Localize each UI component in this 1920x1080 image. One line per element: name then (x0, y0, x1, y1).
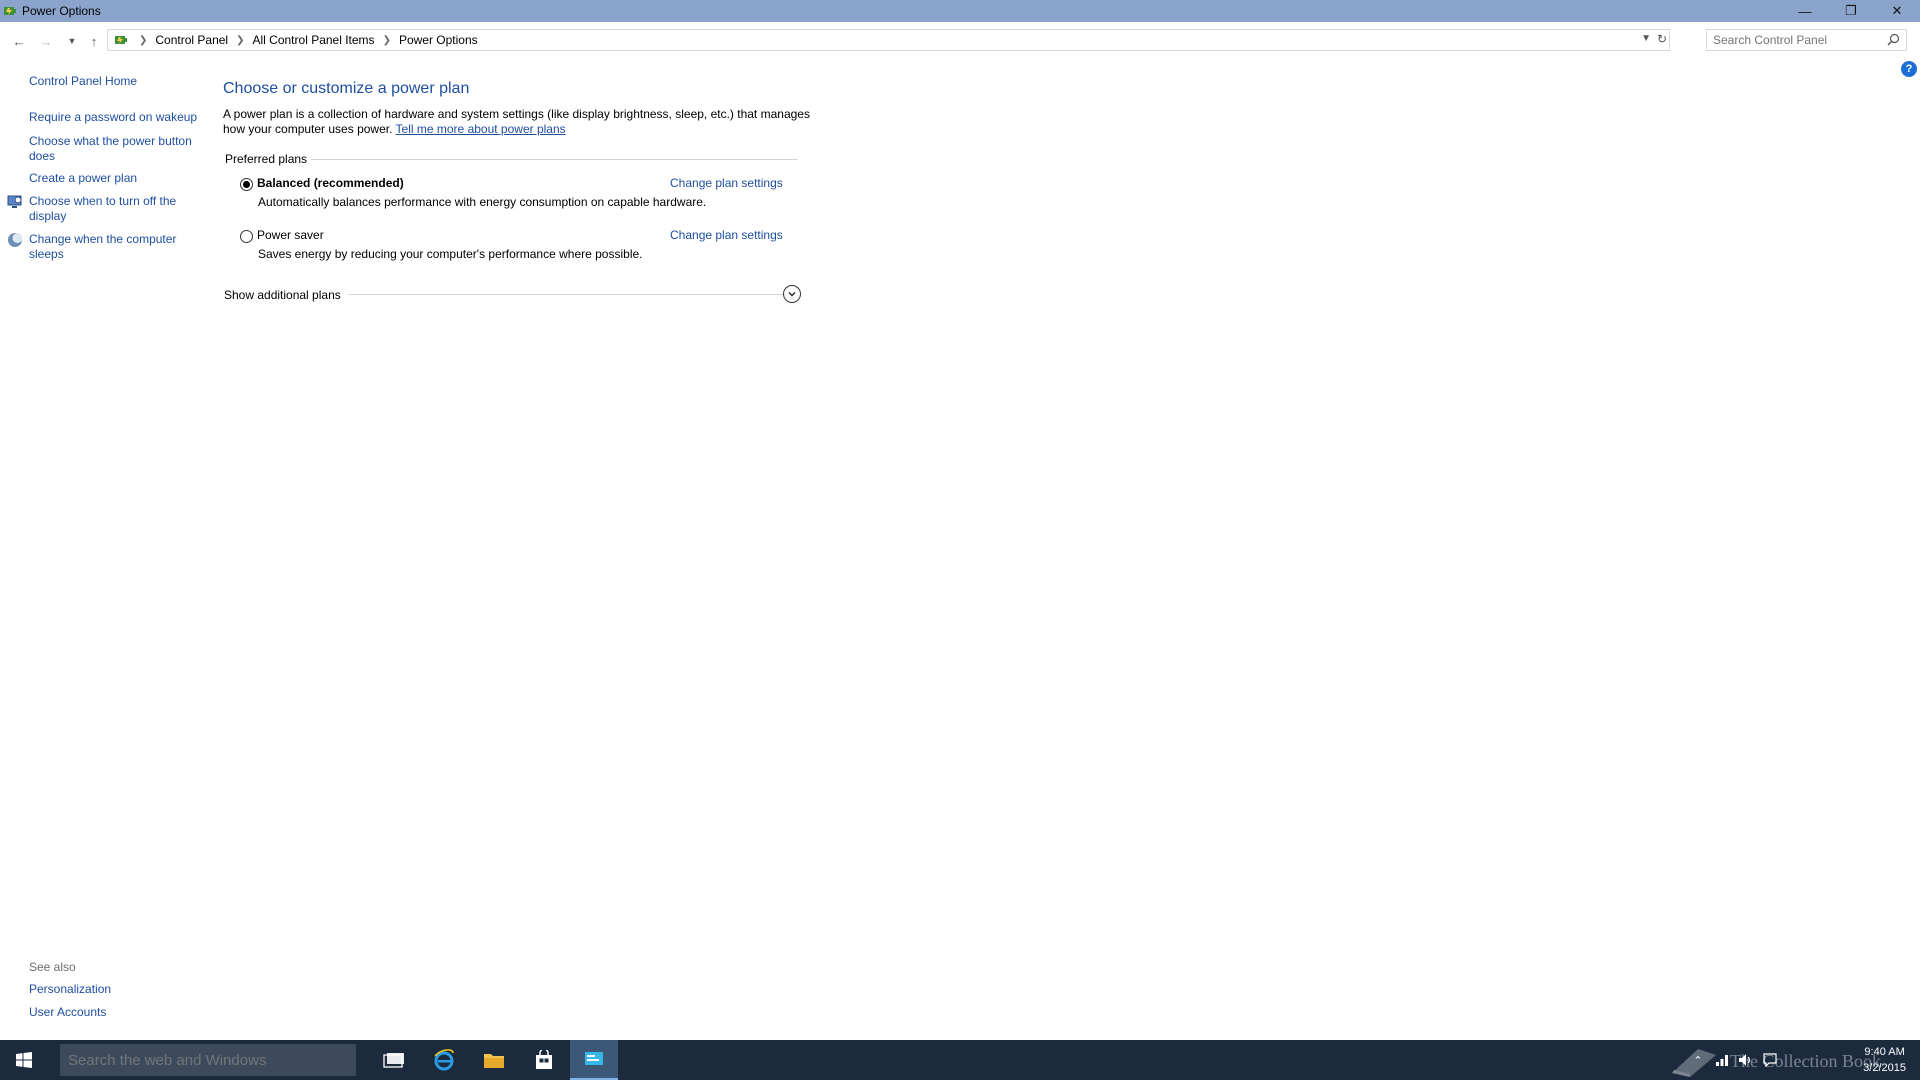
control-panel-home-link[interactable]: Control Panel Home (29, 74, 199, 89)
page-description: A power plan is a collection of hardware… (223, 107, 813, 137)
action-center-icon[interactable] (1762, 1052, 1778, 1068)
title-bar: Power Options — ❐ ✕ (0, 0, 1920, 22)
power-saver-radio[interactable] (240, 230, 253, 243)
help-icon[interactable]: ? (1901, 61, 1917, 77)
see-also-label: See also (29, 960, 76, 974)
plan-name[interactable]: Power saver (257, 228, 324, 242)
show-additional-plans-label[interactable]: Show additional plans (224, 288, 341, 302)
up-arrow-icon[interactable]: ↑ (84, 31, 104, 51)
forward-arrow-icon[interactable]: → (36, 31, 56, 51)
power-options-icon (2, 3, 18, 19)
internet-explorer-icon[interactable] (420, 1040, 468, 1080)
close-button[interactable]: ✕ (1874, 0, 1920, 22)
control-panel-taskbar-icon[interactable] (570, 1040, 618, 1080)
change-plan-settings-link[interactable]: Change plan settings (670, 176, 783, 190)
minimize-button[interactable]: — (1782, 0, 1828, 22)
breadcrumb-all-items[interactable]: All Control Panel Items (253, 33, 375, 47)
taskbar-search-input[interactable] (60, 1051, 340, 1069)
user-accounts-link[interactable]: User Accounts (29, 1005, 199, 1020)
plan-description: Automatically balances performance with … (258, 195, 707, 209)
plan-name[interactable]: Balanced (recommended) (257, 176, 404, 190)
breadcrumb-separator-icon[interactable]: ❯ (139, 35, 147, 46)
window-title: Power Options (22, 4, 101, 18)
clock-date: 3/2/2015 (1863, 1062, 1906, 1074)
expand-chevron-icon[interactable] (783, 285, 801, 303)
address-bar[interactable]: ❯ Control Panel ❯ All Control Panel Item… (107, 29, 1670, 51)
clock[interactable]: 9:40 AM 3/2/2015 (1863, 1044, 1906, 1076)
file-explorer-icon[interactable] (470, 1040, 518, 1080)
change-plan-settings-link[interactable]: Change plan settings (670, 228, 783, 242)
personalization-link[interactable]: Personalization (29, 982, 199, 997)
breadcrumb-control-panel[interactable]: Control Panel (155, 33, 228, 47)
power-button-link[interactable]: Choose what the power button does (29, 134, 199, 164)
breadcrumb-separator-icon[interactable]: ❯ (383, 35, 391, 46)
network-icon[interactable] (1714, 1052, 1730, 1068)
restore-button[interactable]: ❐ (1828, 0, 1874, 22)
preferred-plans-label: Preferred plans (225, 152, 308, 166)
computer-sleeps-link[interactable]: Change when the computer sleeps (29, 232, 199, 262)
divider (348, 294, 785, 295)
sleep-moon-icon (7, 232, 23, 248)
volume-icon[interactable] (1738, 1052, 1754, 1068)
store-icon[interactable] (520, 1040, 568, 1080)
control-panel-icon (111, 30, 131, 50)
search-icon[interactable] (1887, 33, 1900, 49)
search-input[interactable] (1707, 33, 1877, 47)
plan-description: Saves energy by reducing your computer's… (258, 247, 643, 261)
require-password-link[interactable]: Require a password on wakeup (29, 110, 199, 125)
clock-time: 9:40 AM (1864, 1046, 1905, 1058)
windows-start-icon[interactable] (0, 1040, 48, 1080)
back-arrow-icon[interactable]: ← (9, 31, 29, 51)
divider (311, 159, 798, 160)
turn-off-display-link[interactable]: Choose when to turn off the display (29, 194, 199, 224)
address-dropdown-icon[interactable]: ▼ (1641, 33, 1651, 44)
create-power-plan-link[interactable]: Create a power plan (29, 171, 199, 186)
breadcrumb-power-options[interactable]: Power Options (399, 33, 478, 47)
breadcrumb-separator-icon[interactable]: ❯ (236, 35, 244, 46)
refresh-icon[interactable]: ↻ (1657, 32, 1667, 46)
taskbar-search[interactable] (60, 1044, 356, 1076)
recent-locations-chevron-icon[interactable]: ▼ (62, 31, 82, 51)
learn-more-link[interactable]: Tell me more about power plans (396, 122, 566, 136)
show-hidden-icons-chevron-icon[interactable]: ⌃ (1690, 1052, 1706, 1068)
system-tray: ⌃ 9:40 AM 3/2/2015 (1680, 1040, 1920, 1080)
page-title: Choose or customize a power plan (223, 80, 470, 97)
balanced-radio[interactable] (240, 178, 253, 191)
taskbar: The Collection Book ⌃ 9:40 AM 3/2/2015 (0, 1040, 1920, 1080)
navigation-bar: ← → ▼ ↑ ❯ Control Panel ❯ All Control Pa… (0, 28, 1920, 54)
search-box[interactable] (1706, 29, 1907, 51)
display-icon (7, 194, 23, 210)
task-view-icon[interactable] (370, 1040, 418, 1080)
